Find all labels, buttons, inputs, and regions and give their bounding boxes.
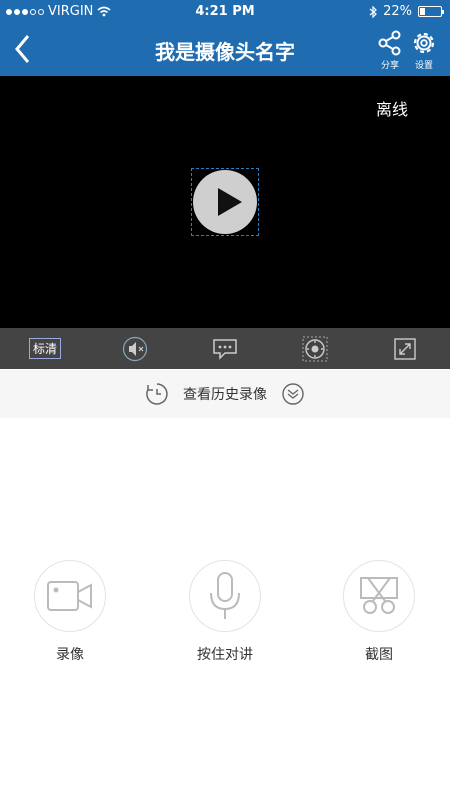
bluetooth-icon <box>369 5 377 18</box>
fullscreen-button[interactable] <box>360 328 450 369</box>
screenshot-label: 截图 <box>365 647 393 663</box>
quality-label: 标清 <box>28 338 61 359</box>
record-circle <box>34 560 106 632</box>
share-button[interactable]: 分享 <box>373 30 407 71</box>
video-camera-icon <box>47 581 92 611</box>
fullscreen-icon <box>394 337 416 360</box>
chat-icon <box>213 338 237 360</box>
speaker-mute-icon <box>122 336 148 361</box>
screenshot-button[interactable]: 截图 <box>319 560 439 664</box>
battery-icon <box>418 6 444 17</box>
play-icon <box>193 170 257 234</box>
ptz-button[interactable] <box>270 328 360 369</box>
action-row: 录像 按住对讲 截图 <box>0 560 450 670</box>
record-label: 录像 <box>56 647 84 663</box>
screenshot-circle <box>343 560 415 632</box>
history-label: 查看历史录像 <box>183 387 267 403</box>
share-label: 分享 <box>380 61 399 71</box>
share-icon <box>378 30 401 56</box>
microphone-icon <box>210 572 240 619</box>
talk-label: 按住对讲 <box>197 647 253 663</box>
app-header: VIRGIN 4:21 PM 22% 我是摄像头名字 分享 设置 <box>0 0 450 76</box>
scissors-icon <box>360 577 398 614</box>
video-toolbar: 标清 <box>0 328 450 369</box>
clock-icon <box>146 383 168 405</box>
gear-icon <box>413 32 435 54</box>
offline-status: 离线 <box>375 100 408 119</box>
battery-fill <box>420 8 425 15</box>
record-button[interactable]: 录像 <box>10 560 130 664</box>
history-recording-bar[interactable]: 查看历史录像 <box>0 370 450 418</box>
video-player[interactable]: 离线 <box>0 76 450 328</box>
settings-button[interactable]: 设置 <box>407 30 441 71</box>
settings-label: 设置 <box>414 61 433 71</box>
battery-percent: 22% <box>383 4 412 19</box>
play-button[interactable] <box>191 168 259 236</box>
message-button[interactable] <box>180 328 270 369</box>
quality-button[interactable]: 标清 <box>0 328 90 369</box>
ptz-icon <box>302 336 328 361</box>
nav-bar: 我是摄像头名字 分享 设置 <box>0 28 450 72</box>
talk-button[interactable]: 按住对讲 <box>165 560 285 664</box>
status-right: 22% <box>369 4 444 19</box>
talk-circle <box>189 560 261 632</box>
mute-button[interactable] <box>90 328 180 369</box>
chevron-down-icon <box>282 383 304 405</box>
status-bar: VIRGIN 4:21 PM 22% <box>0 0 450 24</box>
